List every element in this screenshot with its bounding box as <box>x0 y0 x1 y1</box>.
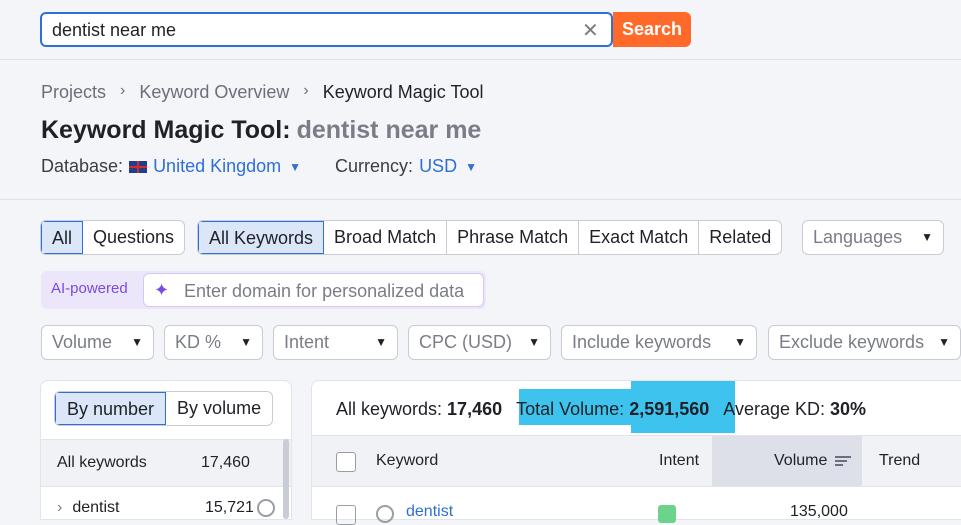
keyword-info-icon[interactable] <box>376 505 394 523</box>
chevron-right-icon[interactable]: › <box>57 499 62 516</box>
kd-filter-label: KD % <box>175 332 222 352</box>
chevron-down-icon[interactable]: ▼ <box>465 160 477 174</box>
breadcrumb: Projects › Keyword Overview › Keyword Ma… <box>41 82 483 103</box>
cpc-filter[interactable]: CPC (USD) ▼ <box>408 325 551 360</box>
database-label: Database: <box>41 156 124 176</box>
groups-header: All keywords 17,460 <box>41 439 291 487</box>
chevron-right-icon: › <box>303 82 309 99</box>
group-toggle: By number By volume <box>54 391 274 426</box>
page-header: Projects › Keyword Overview › Keyword Ma… <box>0 60 961 200</box>
page-title: Keyword Magic Tool: dentist near me <box>41 116 481 145</box>
chevron-down-icon: ▼ <box>240 335 252 349</box>
filter-phrase-match[interactable]: Phrase Match <box>447 221 580 254</box>
question-filter: All Questions <box>40 220 186 255</box>
filter-all[interactable]: All <box>41 221 84 254</box>
chevron-down-icon[interactable]: ▼ <box>289 160 301 174</box>
filter-related[interactable]: Related <box>699 221 781 254</box>
groups-scrollbar[interactable] <box>283 439 289 519</box>
kd-filter[interactable]: KD % ▼ <box>164 325 263 360</box>
filter-all-keywords[interactable]: All Keywords <box>198 221 325 254</box>
volume-filter[interactable]: Volume ▼ <box>41 325 154 360</box>
keyword-groups-panel: By number By volume All keywords 17,460 … <box>40 380 292 520</box>
add-group-icon[interactable] <box>257 499 275 517</box>
group-count: 15,721 <box>205 499 254 516</box>
ai-powered-row: AI-powered ✦ Enter domain for personaliz… <box>41 271 486 309</box>
ai-powered-label: AI-powered <box>51 280 128 297</box>
column-volume[interactable]: Volume <box>774 452 852 470</box>
column-keyword[interactable]: Keyword <box>376 452 438 470</box>
exclude-keywords-filter[interactable]: Exclude keywords ▼ <box>768 325 961 360</box>
chevron-down-icon: ▼ <box>734 335 746 349</box>
filter-exact-match[interactable]: Exact Match <box>579 221 700 254</box>
domain-input[interactable]: ✦ Enter domain for personalized data <box>143 273 484 307</box>
by-volume-option[interactable]: By volume <box>166 392 272 425</box>
match-filter: All Keywords Broad Match Phrase Match Ex… <box>197 220 783 255</box>
total-volume-stat: Total Volume: 2,591,560 <box>516 399 710 419</box>
column-intent[interactable]: Intent <box>659 452 699 470</box>
include-keywords-filter[interactable]: Include keywords ▼ <box>561 325 757 360</box>
page-title-query: dentist near me <box>296 116 482 144</box>
average-kd-stat: Average KD: 30% <box>723 399 867 419</box>
row-checkbox[interactable] <box>336 505 356 525</box>
cpc-filter-label: CPC (USD) <box>419 332 512 352</box>
uk-flag-icon <box>129 160 148 173</box>
domain-input-placeholder: Enter domain for personalized data <box>184 281 465 301</box>
intent-filter[interactable]: Intent ▼ <box>273 325 398 360</box>
top-search-bar: ✕ Search <box>0 0 961 60</box>
exclude-keywords-label: Exclude keywords <box>779 332 925 352</box>
include-keywords-label: Include keywords <box>572 332 712 352</box>
volume-value: 135,000 <box>790 503 848 520</box>
all-keywords-stat: All keywords: 17,460 <box>336 399 503 419</box>
sort-icon[interactable] <box>835 454 852 468</box>
currency-select[interactable]: USD <box>419 156 457 177</box>
chevron-down-icon: ▼ <box>528 335 540 349</box>
chevron-down-icon: ▼ <box>921 230 933 244</box>
filter-broad-match[interactable]: Broad Match <box>324 221 448 254</box>
filter-questions[interactable]: Questions <box>83 221 184 254</box>
database-currency-row: Database: United Kingdom ▼ Currency: USD… <box>41 156 477 177</box>
intent-filter-label: Intent <box>284 332 330 352</box>
groups-header-label: All keywords <box>57 454 147 471</box>
search-input[interactable] <box>52 20 572 40</box>
chevron-right-icon: › <box>120 82 126 99</box>
page-title-tool: Keyword Magic Tool: <box>41 116 291 144</box>
volume-filter-label: Volume <box>52 332 113 352</box>
search-button[interactable]: Search <box>613 12 691 47</box>
database-select[interactable]: United Kingdom <box>153 156 281 177</box>
search-box[interactable]: ✕ <box>40 12 613 47</box>
group-label: dentist <box>72 499 120 516</box>
main-content: All Questions All Keywords Broad Match P… <box>0 200 961 525</box>
close-icon[interactable]: ✕ <box>582 18 599 43</box>
breadcrumb-keyword-overview[interactable]: Keyword Overview <box>139 82 289 103</box>
table-row: dentist 135,000 <box>312 499 961 525</box>
keywords-table-panel: All keywords: 17,460 Total Volume: 2,591… <box>311 380 961 525</box>
keyword-stats: All keywords: 17,460 Total Volume: 2,591… <box>336 399 880 420</box>
breadcrumb-current: Keyword Magic Tool <box>322 82 484 102</box>
currency-label: Currency: <box>335 156 414 176</box>
column-trend[interactable]: Trend <box>879 452 920 470</box>
chevron-down-icon: ▼ <box>375 335 387 349</box>
languages-label: Languages <box>813 227 903 247</box>
sparkle-icon: ✦ <box>154 280 170 300</box>
select-all-checkbox[interactable] <box>336 452 356 472</box>
table-header: Keyword Intent Volume Trend <box>312 435 961 487</box>
chevron-down-icon: ▼ <box>131 335 143 349</box>
by-number-option[interactable]: By number <box>55 392 167 425</box>
groups-header-value: 17,460 <box>201 454 250 471</box>
keyword-link[interactable]: dentist <box>406 503 453 521</box>
chevron-down-icon: ▼ <box>938 335 950 349</box>
intent-badge <box>658 505 676 523</box>
breadcrumb-projects[interactable]: Projects <box>41 82 106 103</box>
languages-dropdown[interactable]: Languages ▼ <box>802 220 944 255</box>
group-row[interactable]: › dentist 15,721 <box>57 499 275 517</box>
